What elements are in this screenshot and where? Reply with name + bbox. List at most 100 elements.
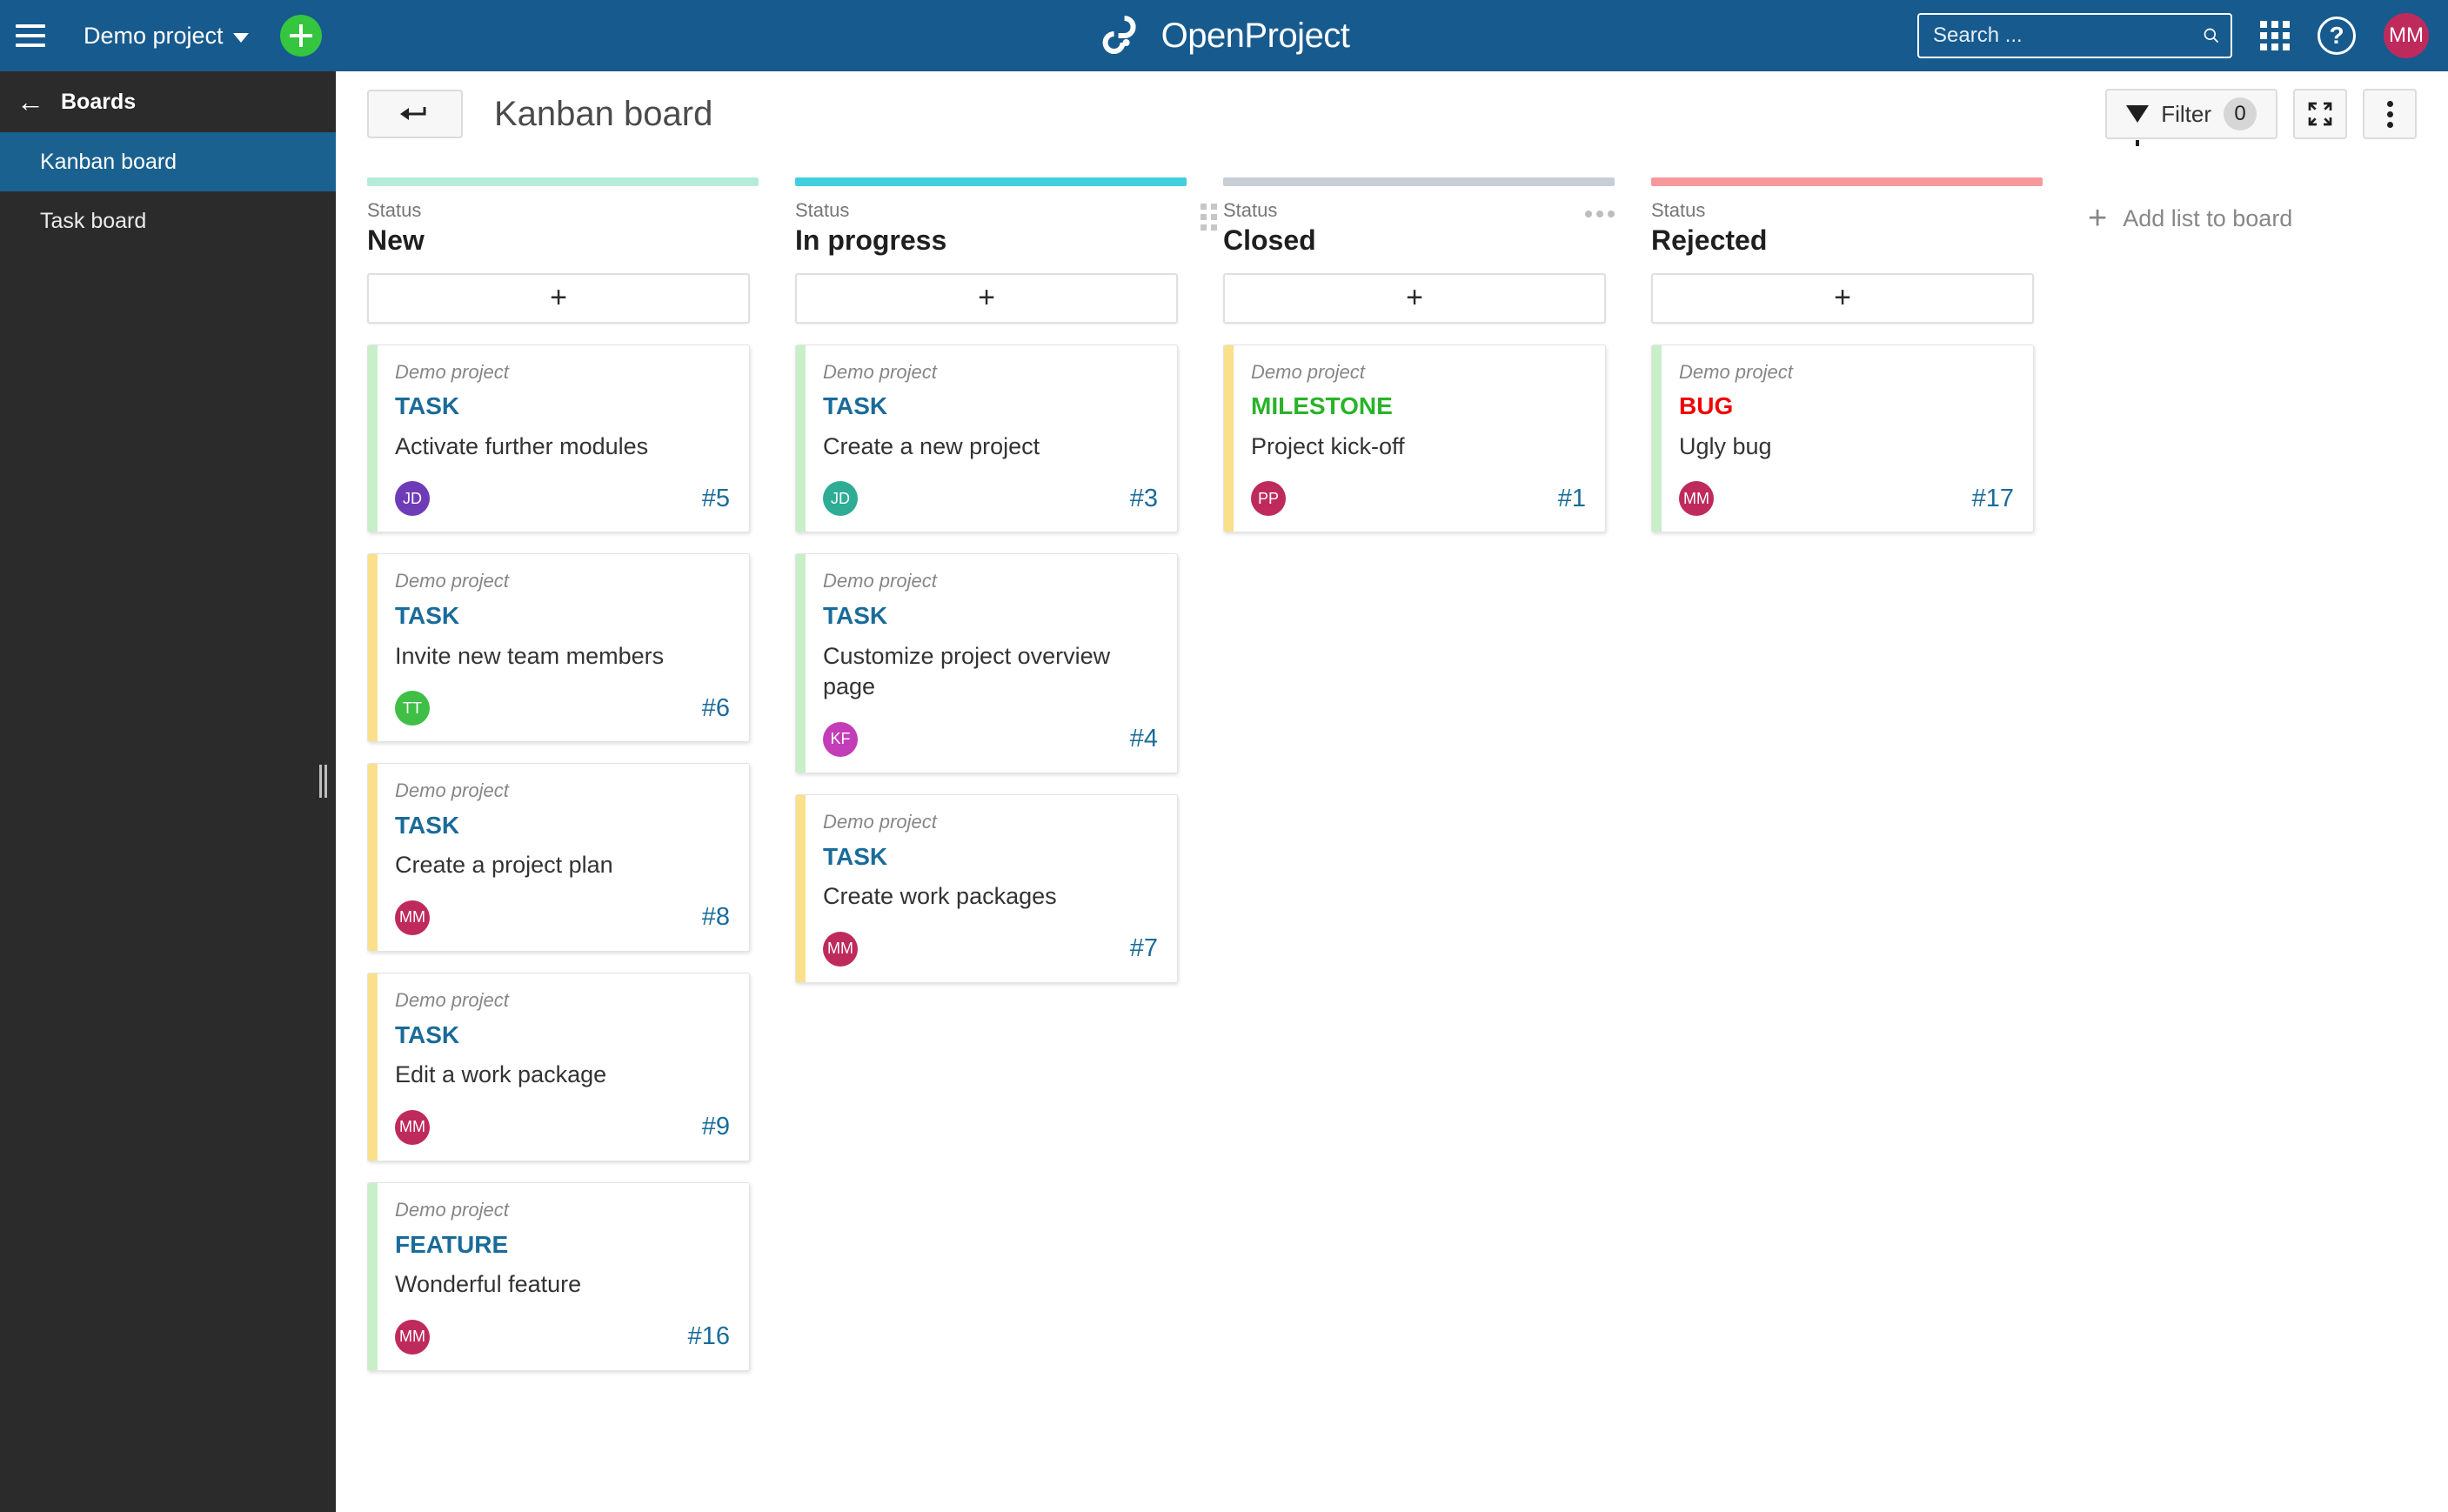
card-project-label: Demo project: [395, 1198, 509, 1221]
filter-label: Filter: [2161, 100, 2211, 127]
main-content: Kanban board Filter 0 Status New + Demo …: [336, 71, 2448, 1512]
search-input[interactable]: [1933, 23, 2203, 48]
card-subject: Create a project plan: [395, 852, 613, 879]
card-id-link[interactable]: #1: [1558, 485, 1586, 513]
board-card[interactable]: Demo project TASK Create work packages M…: [795, 793, 1178, 983]
card-footer: MM #17: [1679, 481, 2014, 517]
add-button[interactable]: [279, 15, 322, 57]
fullscreen-button[interactable]: [2293, 89, 2347, 139]
card-type-label: TASK: [395, 1020, 460, 1048]
avatar[interactable]: KF: [823, 721, 858, 757]
board-card[interactable]: Demo project TASK Activate further modul…: [367, 344, 750, 533]
add-list-label: Add list to board: [2123, 204, 2293, 231]
card-id-link[interactable]: #3: [1130, 485, 1158, 513]
column-title: In progress: [795, 224, 947, 256]
column-header: Status Closed: [1201, 186, 1615, 258]
card-footer: KF #4: [823, 721, 1158, 757]
card-footer: JD #5: [395, 481, 730, 517]
add-card-button[interactable]: +: [795, 272, 1178, 324]
add-list-to-board-button[interactable]: + Add list to board: [2088, 202, 2292, 235]
avatar[interactable]: MM: [823, 931, 858, 967]
card-subject: Ugly bug: [1679, 432, 1772, 459]
card-type-label: TASK: [395, 602, 460, 630]
fullscreen-icon: [2308, 102, 2332, 126]
back-arrow-icon[interactable]: ←: [0, 86, 61, 118]
add-card-button[interactable]: +: [1651, 272, 2034, 324]
avatar[interactable]: PP: [1251, 481, 1286, 517]
avatar[interactable]: MM: [395, 1109, 430, 1145]
card-project-label: Demo project: [823, 360, 937, 383]
avatar[interactable]: TT: [395, 691, 430, 726]
card-footer: PP #1: [1251, 481, 1586, 517]
card-status-stripe: [1652, 345, 1662, 532]
card-id-link[interactable]: #7: [1130, 934, 1158, 963]
card-body: Demo project BUG Ugly bug MM #17: [1662, 345, 2033, 532]
card-id-link[interactable]: #8: [702, 903, 730, 932]
search-box[interactable]: [1917, 13, 2232, 58]
grid-icon[interactable]: [2260, 21, 2290, 50]
header-actions: ? MM: [1917, 13, 2429, 58]
sidebar-resize-handle[interactable]: [317, 763, 329, 799]
card-type-label: BUG: [1679, 392, 1734, 420]
back-button[interactable]: [367, 90, 463, 138]
card-body: Demo project TASK Activate further modul…: [378, 345, 749, 532]
card-subject: Project kick-off: [1251, 432, 1405, 459]
avatar[interactable]: MM: [1679, 481, 1714, 517]
card-list: Demo project TASK Create a new project J…: [795, 344, 1187, 983]
column-menu-button[interactable]: [1585, 211, 1615, 217]
avatar[interactable]: JD: [823, 481, 858, 517]
board-card[interactable]: Demo project BUG Ugly bug MM #17: [1651, 344, 2034, 533]
column-color-bar: [1651, 177, 2043, 186]
board-column: Status Closed + Demo project MILESTONE P…: [1201, 177, 1615, 533]
card-body: Demo project TASK Customize project over…: [806, 554, 1177, 772]
card-status-stripe: [1224, 345, 1234, 532]
sidebar-item-kanban-board[interactable]: Kanban board: [0, 132, 336, 191]
board-card[interactable]: Demo project TASK Invite new team member…: [367, 553, 750, 743]
brand-logo[interactable]: OpenProject: [1099, 15, 1350, 57]
column-drag-handle[interactable]: [1201, 204, 1217, 231]
question-mark-icon[interactable]: ?: [2318, 17, 2356, 55]
card-status-stripe: [368, 554, 378, 742]
card-type-label: TASK: [395, 392, 460, 420]
card-subject: Wonderful feature: [395, 1270, 582, 1297]
avatar[interactable]: MM: [395, 900, 430, 935]
sidebar-item-task-board[interactable]: Task board: [0, 191, 336, 251]
board-card[interactable]: Demo project TASK Customize project over…: [795, 553, 1178, 773]
card-id-link[interactable]: #16: [688, 1322, 730, 1351]
card-project-label: Demo project: [823, 570, 937, 592]
card-body: Demo project TASK Edit a work package MM…: [378, 973, 749, 1161]
card-id-link[interactable]: #5: [702, 485, 730, 513]
board-card[interactable]: Demo project TASK Create a project plan …: [367, 763, 750, 952]
add-card-button[interactable]: +: [367, 272, 750, 324]
plus-icon: +: [2088, 200, 2108, 237]
search-icon[interactable]: [2203, 23, 2220, 49]
project-selector[interactable]: Demo project: [84, 23, 249, 50]
board-card[interactable]: Demo project MILESTONE Project kick-off …: [1223, 344, 1606, 533]
avatar[interactable]: MM: [2384, 13, 2429, 58]
brand-name: OpenProject: [1160, 16, 1350, 55]
card-status-stripe: [796, 794, 806, 982]
card-id-link[interactable]: #4: [1130, 725, 1158, 753]
card-id-link[interactable]: #9: [702, 1113, 730, 1141]
avatar[interactable]: MM: [395, 1319, 430, 1355]
filter-count-badge: 0: [2224, 97, 2257, 130]
card-list: Demo project BUG Ugly bug MM #17: [1651, 344, 2043, 533]
more-options-button[interactable]: [2363, 89, 2417, 139]
card-project-label: Demo project: [395, 779, 509, 802]
board-card[interactable]: Demo project FEATURE Wonderful feature M…: [367, 1181, 750, 1371]
global-header: Demo project OpenProject ? MM: [0, 0, 2448, 71]
card-type-label: MILESTONE: [1251, 392, 1393, 420]
card-id-link[interactable]: #6: [702, 694, 730, 723]
hamburger-icon[interactable]: [16, 24, 45, 47]
card-footer: TT #6: [395, 691, 730, 726]
filter-button[interactable]: Filter 0: [2105, 89, 2277, 146]
card-id-link[interactable]: #17: [1972, 485, 2014, 513]
sidebar-title: Boards: [61, 89, 137, 114]
card-project-label: Demo project: [395, 360, 509, 383]
add-card-button[interactable]: +: [1223, 272, 1606, 324]
card-type-label: TASK: [395, 811, 460, 839]
card-project-label: Demo project: [395, 988, 509, 1011]
board-card[interactable]: Demo project TASK Edit a work package MM…: [367, 972, 750, 1161]
board-card[interactable]: Demo project TASK Create a new project J…: [795, 344, 1178, 533]
avatar[interactable]: JD: [395, 481, 430, 517]
